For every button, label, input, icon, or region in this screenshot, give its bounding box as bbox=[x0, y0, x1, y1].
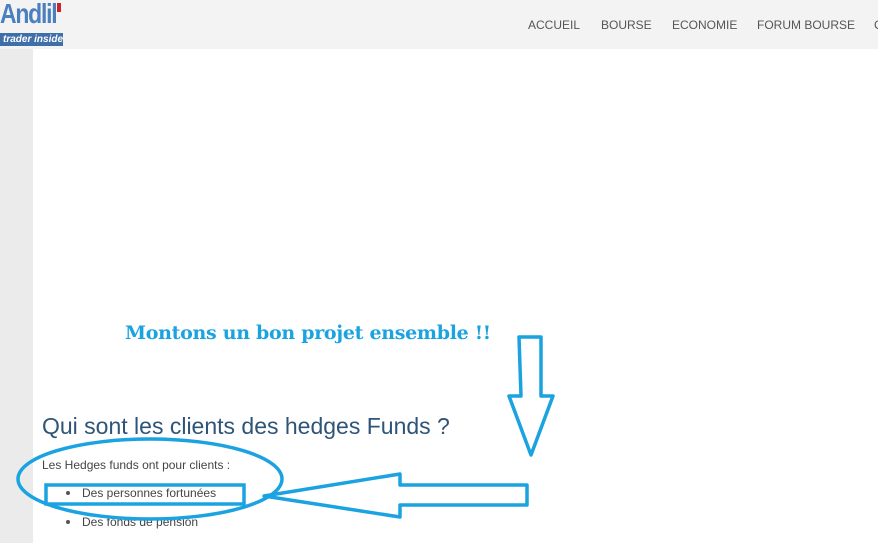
nav-item-truncated[interactable]: C bbox=[874, 17, 878, 33]
list-item: Des personnes fortunées bbox=[66, 486, 216, 500]
logo-red-mark bbox=[57, 3, 61, 12]
nav-item-forum-bourse[interactable]: FORUM BOURSE bbox=[757, 17, 855, 33]
logo-tagline: trader inside bbox=[0, 33, 63, 46]
nav-item-economie[interactable]: ECONOMIE bbox=[672, 17, 737, 33]
article-title: Qui sont les clients des hedges Funds ? bbox=[42, 413, 450, 439]
nav-item-accueil[interactable]: ACCUEIL bbox=[528, 17, 580, 33]
list-item: Des fonds de pension bbox=[66, 515, 198, 529]
list-item-text: Des fonds de pension bbox=[82, 515, 199, 529]
bullet-icon bbox=[66, 490, 70, 495]
logo-wordmark: Andlil bbox=[0, 0, 58, 29]
list-item-text: Des personnes fortunées bbox=[82, 486, 217, 500]
annotation-text: Montons un bon projet ensemble !! bbox=[125, 322, 491, 344]
site-header: Andlil trader inside ACCUEIL BOURSE ECON… bbox=[0, 0, 878, 49]
nav-item-bourse[interactable]: BOURSE bbox=[601, 17, 652, 33]
site-logo[interactable]: Andlil trader inside bbox=[0, 0, 64, 46]
bullet-icon bbox=[66, 519, 70, 524]
article-intro: Les Hedges funds ont pour clients : bbox=[42, 458, 231, 472]
